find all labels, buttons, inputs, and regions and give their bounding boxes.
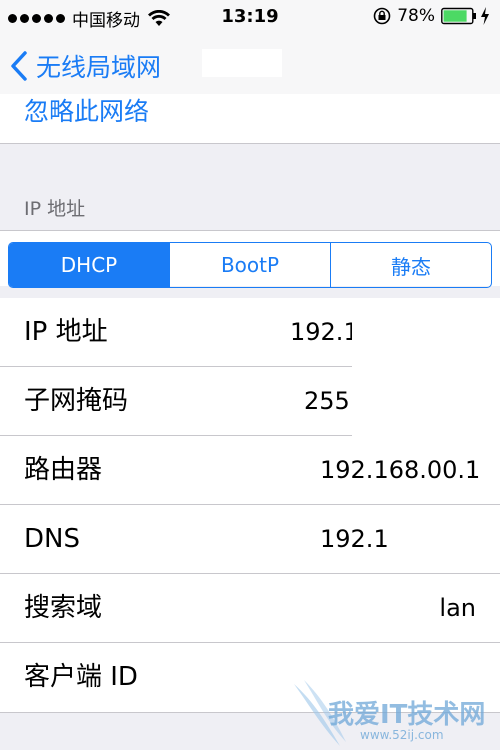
row-value: lan [439,594,476,622]
row-label: 子网掩码 [24,386,129,416]
segment-bar: DHCP BootP 静态 [0,230,500,288]
chevron-left-icon [11,51,27,81]
row-value: 192.168.00.1 [320,456,481,484]
site-watermark: 我爱IT技术网 www.52ij.com [290,676,500,750]
status-right: 78% [373,6,490,26]
battery-percent: 78% [397,6,435,26]
segment-dhcp[interactable]: DHCP [9,243,169,287]
row-label: IP 地址 [24,317,108,347]
watermark-text: 我爱IT技术网 [328,700,486,730]
row-label: 客户端 ID [24,662,138,692]
row-dns: DNS 192.1 [0,505,500,574]
forget-network-button[interactable]: 忽略此网络 [24,94,149,130]
redaction-overlay [352,312,500,438]
back-button[interactable]: 无线局域网 [10,48,161,84]
ip-section-header: IP 地址 [24,198,86,220]
row-search-domain: 搜索域 lan [0,574,500,643]
nav-bar: 无线局域网 [0,34,500,94]
row-router: 路由器 192.168.00.1 [0,436,500,505]
row-label: DNS [24,524,80,554]
redacted-network-name [202,49,282,77]
segment-static[interactable]: 静态 [330,243,491,287]
forget-network-cell[interactable]: 忽略此网络 [0,94,500,144]
back-label: 无线局域网 [36,53,162,82]
row-value: 192.1 [320,525,389,553]
row-value: 255 [304,387,350,415]
row-label: 路由器 [24,455,103,485]
segment-bootp[interactable]: BootP [169,243,330,287]
rotation-lock-icon [373,7,391,25]
charging-icon [481,7,489,25]
row-label: 搜索域 [24,593,103,623]
ip-mode-segmented-control: DHCP BootP 静态 [8,242,492,288]
row-value: 192.1 [290,318,359,346]
watermark-url: www.52ij.com [360,728,444,742]
battery-icon [441,7,476,25]
status-bar: 中国移动 13:19 78% [0,0,500,34]
